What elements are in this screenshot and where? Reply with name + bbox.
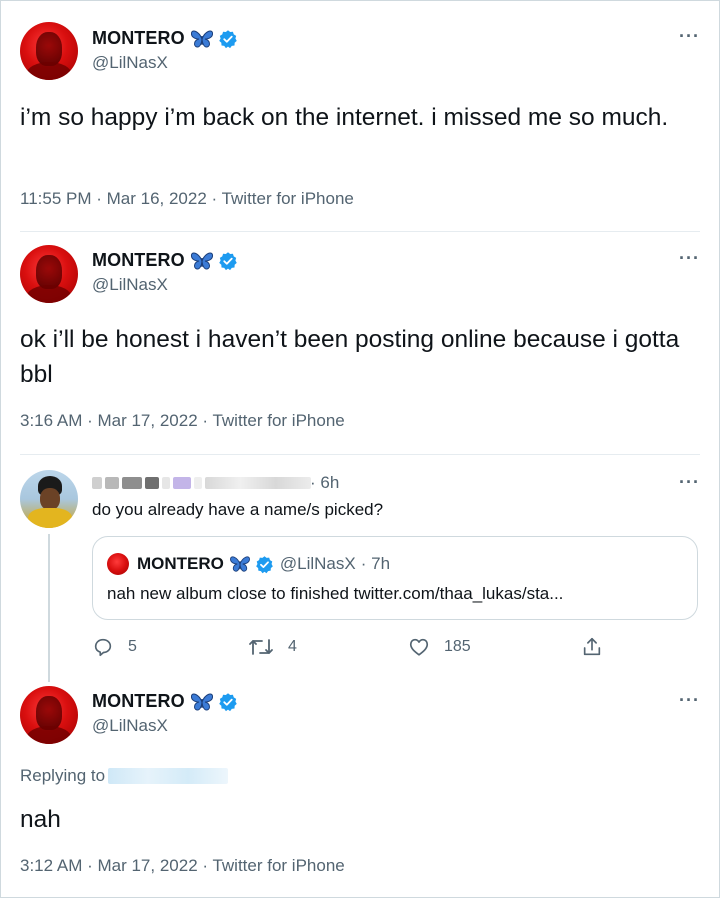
tweet-1[interactable]: MONTERO @LilNasX ··· i’m so happy i’m ba…	[0, 0, 720, 230]
quoted-display-name: MONTERO	[137, 554, 224, 573]
replying-to-line: Replying to	[20, 766, 229, 786]
tweet-text: i’m so happy i’m back on the internet. i…	[20, 104, 669, 131]
more-icon[interactable]: ···	[679, 26, 700, 47]
quoted-handle: @LilNasX	[279, 554, 356, 573]
tweet-timestamp[interactable]: 3:12 AM · Mar 17, 2022 · Twitter for iPh…	[20, 856, 345, 876]
avatar	[107, 553, 129, 575]
retweet-count: 4	[288, 638, 297, 655]
divider	[20, 231, 700, 232]
divider	[20, 454, 700, 455]
display-name-text[interactable]: MONTERO	[92, 250, 185, 271]
quoted-tweet-age: · 7h	[360, 554, 391, 573]
butterfly-emoji-icon	[229, 556, 250, 572]
avatar[interactable]	[20, 245, 78, 303]
tweet-timestamp[interactable]: 11:55 PM · Mar 16, 2022 · Twitter for iP…	[20, 189, 354, 209]
quoted-tweet-text: nah new album close to finished twitter.…	[107, 584, 564, 603]
retweet-icon	[249, 639, 273, 655]
user-handle[interactable]: @LilNasX	[92, 716, 168, 736]
verified-badge-icon	[256, 555, 273, 573]
user-handle[interactable]: @LilNasX	[92, 275, 168, 295]
display-name-text[interactable]: MONTERO	[92, 28, 185, 49]
tweet-text: nah	[20, 806, 61, 833]
tweet-age[interactable]: · 6h	[310, 473, 339, 493]
like-count: 185	[444, 638, 471, 655]
redacted-username	[92, 476, 311, 490]
reply-icon	[94, 638, 112, 657]
display-name[interactable]: MONTERO	[92, 250, 238, 271]
butterfly-emoji-icon	[190, 30, 213, 48]
quoted-tweet-card[interactable]: MONTERO @LilNasX · 7h nah new album clos…	[92, 536, 698, 620]
verified-badge-icon	[218, 251, 237, 270]
verified-badge-icon	[218, 692, 237, 711]
tweet-text: ok i’ll be honest i haven’t been posting…	[20, 326, 680, 388]
reply-text: do you already have a name/s picked?	[92, 500, 384, 519]
share-icon	[583, 637, 601, 656]
butterfly-emoji-icon	[190, 252, 213, 270]
more-icon[interactable]: ···	[679, 690, 700, 711]
more-icon[interactable]: ···	[679, 472, 700, 493]
more-icon[interactable]: ···	[679, 248, 700, 269]
display-name[interactable]: MONTERO	[92, 691, 238, 712]
reply-count: 5	[128, 638, 137, 655]
tweet-timestamp[interactable]: 3:16 AM · Mar 17, 2022 · Twitter for iPh…	[20, 411, 345, 431]
display-name-text[interactable]: MONTERO	[92, 691, 185, 712]
retweet-button[interactable]: 4	[248, 636, 297, 658]
reply-button[interactable]: 5	[92, 636, 137, 658]
like-icon	[409, 638, 429, 656]
butterfly-emoji-icon	[190, 693, 213, 711]
thread-connector	[48, 534, 50, 682]
avatar[interactable]	[20, 470, 78, 528]
avatar[interactable]	[20, 686, 78, 744]
replying-to-label: Replying to	[20, 766, 106, 785]
verified-badge-icon	[218, 29, 237, 48]
display-name[interactable]: MONTERO	[92, 28, 238, 49]
share-button[interactable]	[581, 636, 617, 658]
redacted-reply-handle[interactable]	[108, 768, 229, 784]
like-button[interactable]: 185	[408, 636, 471, 658]
avatar[interactable]	[20, 22, 78, 80]
user-handle[interactable]: @LilNasX	[92, 53, 168, 73]
